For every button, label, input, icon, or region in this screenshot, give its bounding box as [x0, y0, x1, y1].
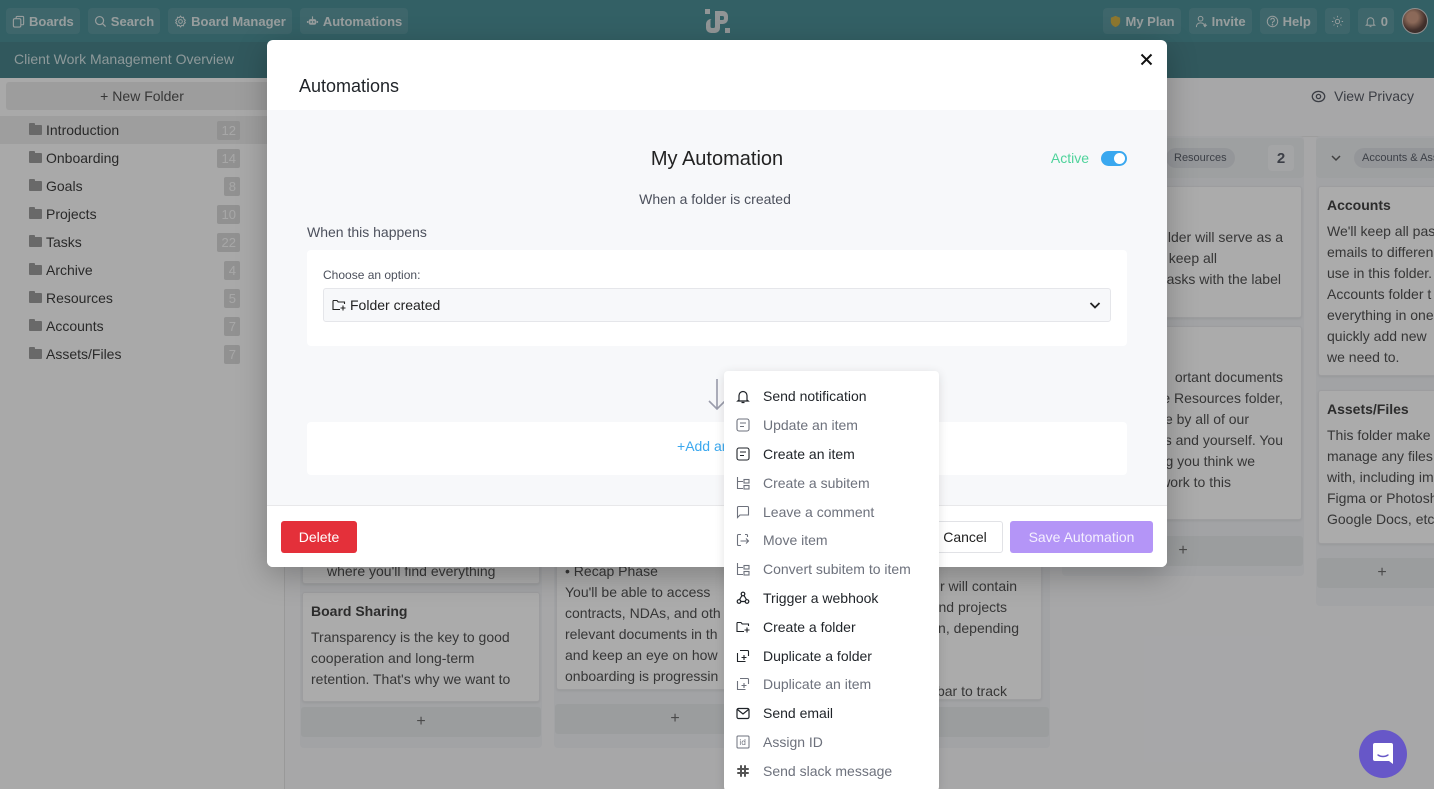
- folder-plus-icon: [332, 299, 346, 311]
- automations-modal: Automations My Automation Active When a …: [267, 40, 1167, 567]
- automation-editor: My Automation Active When a folder is cr…: [267, 110, 1167, 506]
- webhook-icon: [735, 590, 751, 606]
- folder-plus-icon: [735, 619, 751, 635]
- modal-title: Automations: [299, 76, 400, 96]
- menu-item-label: Update an item: [763, 417, 858, 434]
- item-icon: [735, 446, 751, 462]
- duplicate-icon: [735, 676, 751, 692]
- bell-icon: [735, 388, 751, 404]
- mail-icon: [735, 705, 751, 721]
- menu-item-label: Leave a comment: [763, 503, 875, 520]
- menu-item-convert-subitem[interactable]: Convert subitem to item: [724, 555, 939, 584]
- menu-item-create-folder[interactable]: Create a folder: [724, 612, 939, 641]
- id-icon: id: [735, 734, 751, 750]
- move-icon: [735, 532, 751, 548]
- slack-icon: [735, 763, 751, 779]
- menu-item-label: Trigger a webhook: [763, 589, 879, 606]
- active-control: Active: [1051, 150, 1127, 166]
- active-label: Active: [1050, 150, 1089, 166]
- menu-item-duplicate-item[interactable]: Duplicate an item: [724, 670, 939, 699]
- menu-item-assign-id[interactable]: id Assign ID: [724, 728, 939, 757]
- menu-item-label: Move item: [763, 532, 828, 549]
- comment-icon: [735, 504, 751, 520]
- action-section: +Add an action: [307, 422, 1127, 475]
- close-button[interactable]: [1135, 48, 1157, 70]
- menu-item-label: Send slack message: [763, 762, 893, 779]
- menu-item-label: Create a folder: [763, 618, 856, 635]
- menu-item-send-notification[interactable]: Send notification: [724, 382, 939, 411]
- menu-item-label: Convert subitem to item: [763, 561, 911, 578]
- menu-item-send-email[interactable]: Send email: [724, 699, 939, 728]
- menu-item-label: Duplicate a folder: [763, 647, 872, 664]
- modal-footer: Delete Cancel Save Automation: [267, 507, 1167, 567]
- subitem-icon: [735, 561, 751, 577]
- menu-item-label: Create a subitem: [763, 474, 870, 491]
- automation-description: When a folder is created: [639, 191, 791, 207]
- menu-item-create-subitem[interactable]: Create a subitem: [724, 468, 939, 497]
- menu-item-label: Duplicate an item: [763, 676, 872, 693]
- subitem-icon: [735, 475, 751, 491]
- menu-item-leave-comment[interactable]: Leave a comment: [724, 497, 939, 526]
- menu-item-move-item[interactable]: Move item: [724, 526, 939, 555]
- menu-item-label: Assign ID: [763, 733, 823, 750]
- action-menu: Send notification Update an item Create …: [724, 371, 939, 789]
- close-icon: [1140, 53, 1152, 65]
- choose-option-label: Choose an option:: [323, 268, 421, 282]
- save-automation-button[interactable]: Save Automation: [1010, 521, 1153, 553]
- trigger-select[interactable]: Folder created: [323, 288, 1111, 322]
- menu-item-trigger-webhook[interactable]: Trigger a webhook: [724, 584, 939, 613]
- menu-item-duplicate-folder[interactable]: Duplicate a folder: [724, 641, 939, 670]
- duplicate-icon: [735, 648, 751, 664]
- menu-item-label: Send notification: [763, 388, 867, 405]
- menu-item-send-slack[interactable]: Send slack message: [724, 756, 939, 785]
- item-icon: [735, 417, 751, 433]
- chevron-down-icon: [1089, 302, 1101, 309]
- active-toggle[interactable]: [1101, 150, 1127, 166]
- menu-item-update-item[interactable]: Update an item: [724, 411, 939, 440]
- menu-item-label: Create an item: [763, 445, 855, 462]
- when-this-happens-label: When this happens: [307, 224, 427, 240]
- chat-icon: [1373, 743, 1393, 764]
- chat-launcher-button[interactable]: [1359, 730, 1407, 778]
- svg-text:id: id: [739, 738, 746, 747]
- menu-item-label: Send email: [763, 705, 834, 722]
- menu-item-create-item[interactable]: Create an item: [724, 440, 939, 469]
- delete-button[interactable]: Delete: [281, 521, 357, 553]
- trigger-value: Folder created: [350, 297, 441, 313]
- trigger-section: Choose an option: Folder created: [307, 250, 1127, 346]
- automation-name[interactable]: My Automation: [267, 148, 1167, 171]
